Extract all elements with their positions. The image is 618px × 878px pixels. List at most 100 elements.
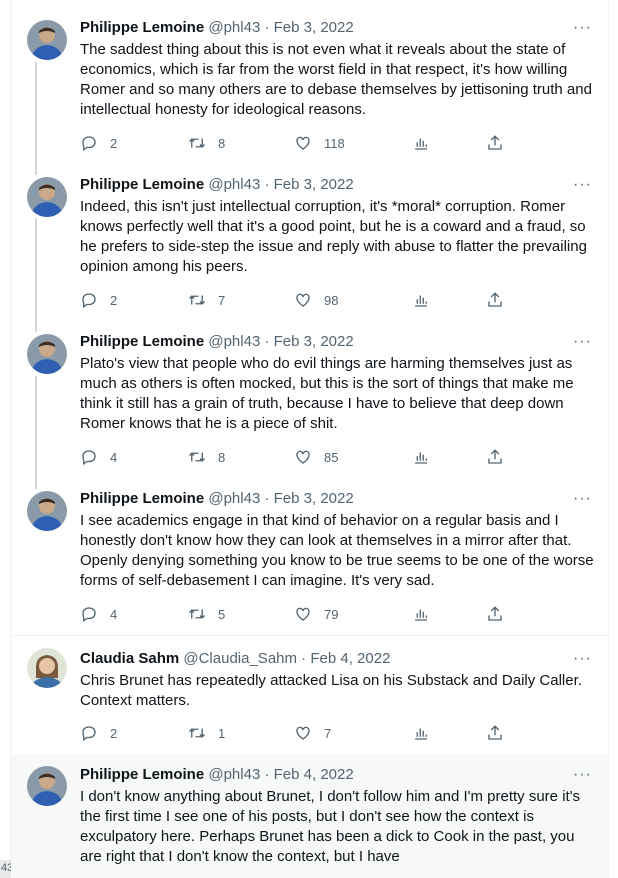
timestamp[interactable]: Feb 4, 2022	[310, 650, 390, 667]
display-name[interactable]: Philippe Lemoine	[80, 19, 204, 36]
display-name[interactable]: Philippe Lemoine	[80, 333, 204, 350]
like-button[interactable]: 7	[294, 723, 331, 743]
like-count: 7	[324, 725, 332, 741]
like-button[interactable]: 85	[294, 447, 338, 467]
display-name[interactable]: Philippe Lemoine	[80, 176, 204, 193]
avatar[interactable]	[27, 334, 67, 374]
tweet-header: Philippe Lemoine @phl43 · Feb 4, 2022	[80, 765, 354, 785]
timestamp[interactable]: Feb 3, 2022	[274, 19, 354, 36]
retweet-button[interactable]: 8	[188, 133, 225, 153]
share-icon	[488, 135, 502, 150]
more-icon[interactable]: ···	[573, 334, 592, 350]
tweet-text: I don't know anything about Brunet, I do…	[80, 788, 581, 865]
heart-icon	[296, 136, 310, 150]
avatar[interactable]	[27, 491, 67, 531]
tweet-header: Philippe Lemoine @phl43 · Feb 3, 2022	[80, 332, 354, 352]
timestamp[interactable]: Feb 3, 2022	[274, 490, 354, 507]
heart-icon	[296, 293, 310, 307]
timestamp[interactable]: Feb 3, 2022	[274, 176, 354, 193]
tweet-header: Claudia Sahm @Claudia_Sahm · Feb 4, 2022	[80, 649, 390, 669]
retweet-icon	[189, 452, 205, 462]
separator: ·	[260, 176, 274, 193]
like-count: 85	[324, 449, 339, 465]
tweet-highlighted[interactable]: Philippe Lemoine @phl43 · Feb 4, 2022 ··…	[11, 754, 608, 878]
analytics-icon	[415, 728, 427, 740]
retweet-button[interactable]: 1	[188, 723, 225, 743]
timestamp[interactable]: Feb 4, 2022	[274, 766, 354, 783]
retweet-button[interactable]: 5	[188, 604, 225, 624]
tweet-text: Indeed, this isn't just intellectual cor…	[80, 198, 587, 275]
like-button[interactable]: 118	[294, 133, 345, 153]
retweet-count: 5	[218, 606, 226, 622]
reply-icon	[82, 450, 96, 466]
share-button[interactable]	[486, 604, 504, 624]
timestamp[interactable]: Feb 3, 2022	[274, 333, 354, 350]
tweet[interactable]: Claudia Sahm @Claudia_Sahm · Feb 4, 2022…	[11, 637, 608, 754]
retweet-icon	[189, 728, 205, 738]
analytics-icon	[415, 452, 427, 464]
retweet-count: 7	[218, 292, 226, 308]
share-button[interactable]	[486, 133, 504, 153]
retweet-button[interactable]: 7	[188, 290, 225, 310]
reply-count: 2	[110, 292, 118, 308]
heart-icon	[296, 450, 310, 464]
analytics-icon	[415, 138, 427, 150]
tweet-header: Philippe Lemoine @phl43 · Feb 3, 2022	[80, 175, 354, 195]
like-button[interactable]: 98	[294, 290, 338, 310]
reply-count: 2	[110, 725, 118, 741]
analytics-button[interactable]	[412, 447, 430, 467]
retweet-button[interactable]: 8	[188, 447, 225, 467]
avatar[interactable]	[27, 766, 67, 806]
tweet[interactable]: Philippe Lemoine @phl43 · Feb 3, 2022 ··…	[11, 0, 608, 165]
retweet-count: 8	[218, 449, 226, 465]
tweet-actions: 2 7 98	[80, 290, 510, 310]
reply-button[interactable]: 2	[80, 723, 117, 743]
display-name[interactable]: Claudia Sahm	[80, 650, 179, 667]
analytics-button[interactable]	[412, 133, 430, 153]
analytics-button[interactable]	[412, 290, 430, 310]
more-icon[interactable]: ···	[573, 651, 592, 667]
separator: ·	[260, 766, 274, 783]
handle[interactable]: @phl43	[208, 333, 260, 350]
share-button[interactable]	[486, 447, 504, 467]
heart-icon	[296, 726, 310, 740]
avatar[interactable]	[27, 648, 67, 688]
handle[interactable]: @phl43	[208, 19, 260, 36]
handle[interactable]: @phl43	[208, 490, 260, 507]
analytics-button[interactable]	[412, 723, 430, 743]
tweet-text: Chris Brunet has repeatedly attacked Lis…	[80, 672, 582, 709]
separator: ·	[260, 19, 274, 36]
avatar[interactable]	[27, 20, 67, 60]
share-button[interactable]	[486, 723, 504, 743]
like-count: 98	[324, 292, 339, 308]
handle[interactable]: @phl43	[208, 176, 260, 193]
reply-button[interactable]: 2	[80, 133, 117, 153]
like-count: 118	[324, 135, 345, 151]
display-name[interactable]: Philippe Lemoine	[80, 766, 204, 783]
retweet-icon	[189, 609, 205, 619]
analytics-button[interactable]	[412, 604, 430, 624]
reply-button[interactable]: 4	[80, 447, 117, 467]
tweet-text: I see academics engage in that kind of b…	[80, 512, 594, 589]
share-icon	[488, 725, 502, 740]
analytics-icon	[415, 295, 427, 307]
handle[interactable]: @phl43	[208, 766, 260, 783]
more-icon[interactable]: ···	[573, 767, 592, 783]
separator: ·	[260, 333, 274, 350]
more-icon[interactable]: ···	[573, 177, 592, 193]
tweet[interactable]: Philippe Lemoine @phl43 · Feb 3, 2022 ··…	[11, 479, 608, 636]
tweet[interactable]: Philippe Lemoine @phl43 · Feb 3, 2022 ··…	[11, 165, 608, 322]
handle[interactable]: @Claudia_Sahm	[183, 650, 297, 667]
reply-icon	[82, 136, 96, 152]
more-icon[interactable]: ···	[573, 491, 592, 507]
display-name[interactable]: Philippe Lemoine	[80, 490, 204, 507]
avatar[interactable]	[27, 177, 67, 217]
tweet[interactable]: Philippe Lemoine @phl43 · Feb 3, 2022 ··…	[11, 322, 608, 479]
reply-button[interactable]: 4	[80, 604, 117, 624]
like-button[interactable]: 79	[294, 604, 338, 624]
share-icon	[488, 606, 502, 621]
reply-button[interactable]: 2	[80, 290, 117, 310]
share-button[interactable]	[486, 290, 504, 310]
more-icon[interactable]: ···	[573, 20, 592, 36]
retweet-icon	[189, 295, 205, 305]
